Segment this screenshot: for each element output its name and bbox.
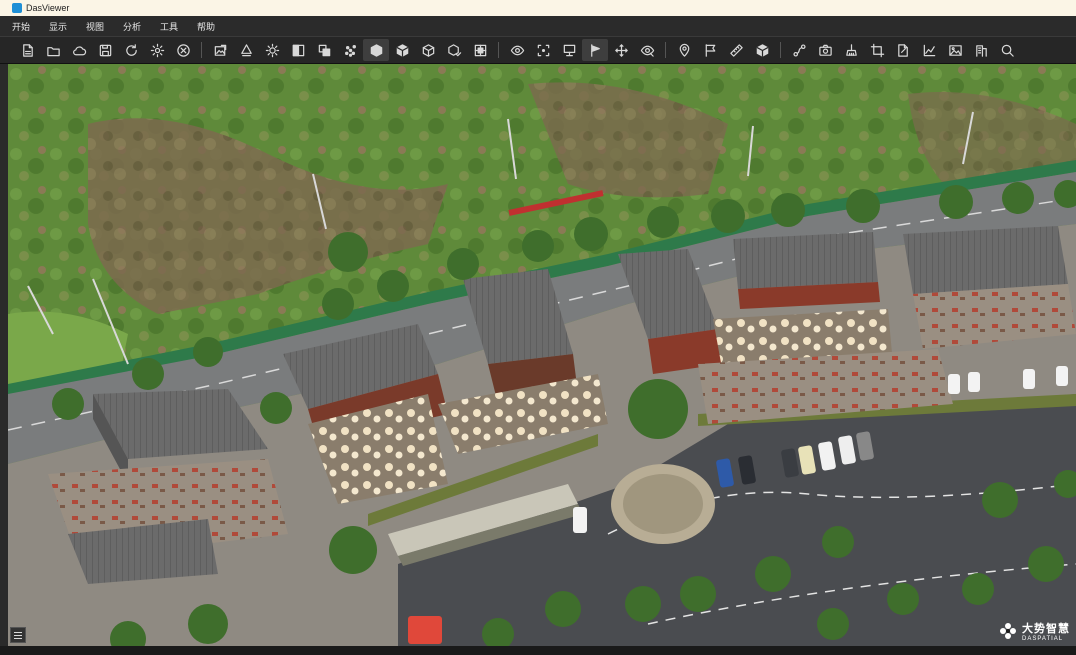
- menu-item-1[interactable]: 显示: [49, 20, 86, 33]
- brush-icon[interactable]: [838, 39, 864, 61]
- cloud-icon[interactable]: [66, 39, 92, 61]
- menu-item-3[interactable]: 分析: [123, 20, 160, 33]
- chart-icon[interactable]: [916, 39, 942, 61]
- menu-item-2[interactable]: 视图: [86, 20, 123, 33]
- cube-check-icon[interactable]: [441, 39, 467, 61]
- doc-export-icon[interactable]: [890, 39, 916, 61]
- frame-icon[interactable]: [530, 39, 556, 61]
- image-export-icon[interactable]: [207, 39, 233, 61]
- toolbar-separator: [665, 42, 666, 58]
- monitor-icon[interactable]: [556, 39, 582, 61]
- building-icon[interactable]: [968, 39, 994, 61]
- aerial-scene: [8, 64, 1076, 648]
- refresh-icon[interactable]: [118, 39, 144, 61]
- menu-bar: 开始 显示 视图 分析 工具 帮助: [0, 16, 1076, 36]
- window-title: DasViewer: [26, 3, 70, 13]
- point-cloud-icon[interactable]: [337, 39, 363, 61]
- flag-icon[interactable]: [697, 39, 723, 61]
- hamburger-menu-icon[interactable]: [10, 627, 26, 643]
- app-logo-icon: [12, 3, 22, 13]
- toolbar-separator: [780, 42, 781, 58]
- status-strip: [0, 646, 1076, 655]
- left-edge: [0, 64, 8, 648]
- open-folder-icon[interactable]: [40, 39, 66, 61]
- menu-item-4[interactable]: 工具: [160, 20, 197, 33]
- picture-icon[interactable]: [942, 39, 968, 61]
- watermark-en: DASPATIAL: [1022, 636, 1064, 642]
- toolbar: [0, 36, 1076, 64]
- toolbar-separator: [201, 42, 202, 58]
- grid-icon[interactable]: [467, 39, 493, 61]
- cube-wire-icon[interactable]: [415, 39, 441, 61]
- eye-icon[interactable]: [504, 39, 530, 61]
- menu-item-5[interactable]: 帮助: [197, 20, 234, 33]
- ruler-icon[interactable]: [723, 39, 749, 61]
- sun-icon[interactable]: [259, 39, 285, 61]
- flag-pole-icon[interactable]: [582, 39, 608, 61]
- close-circle-icon[interactable]: [170, 39, 196, 61]
- title-bar: DasViewer: [0, 0, 1076, 16]
- crop-icon[interactable]: [864, 39, 890, 61]
- watermark-cn: 大势智慧: [1022, 622, 1070, 635]
- app-window: DasViewer 开始 显示 视图 分析 工具 帮助 大势智慧 DASPATI…: [0, 0, 1076, 655]
- settings-icon[interactable]: [144, 39, 170, 61]
- menu-item-0[interactable]: 开始: [12, 20, 49, 33]
- camera-icon[interactable]: [812, 39, 838, 61]
- save-icon[interactable]: [92, 39, 118, 61]
- search-icon[interactable]: [994, 39, 1020, 61]
- toolbar-separator: [498, 42, 499, 58]
- cube-filled-icon[interactable]: [389, 39, 415, 61]
- layers-icon[interactable]: [311, 39, 337, 61]
- move-icon[interactable]: [608, 39, 634, 61]
- location-pin-icon[interactable]: [671, 39, 697, 61]
- new-file-icon[interactable]: [14, 39, 40, 61]
- 3d-viewport[interactable]: [8, 64, 1076, 648]
- eye-off-icon[interactable]: [634, 39, 660, 61]
- light-icon[interactable]: [233, 39, 259, 61]
- cube-solid-icon[interactable]: [363, 39, 389, 61]
- watermark: 大势智慧 DASPATIAL: [998, 620, 1070, 642]
- split-view-icon[interactable]: [285, 39, 311, 61]
- route-icon[interactable]: [786, 39, 812, 61]
- daspatial-logo-icon: [1000, 623, 1016, 639]
- volume-icon[interactable]: [749, 39, 775, 61]
